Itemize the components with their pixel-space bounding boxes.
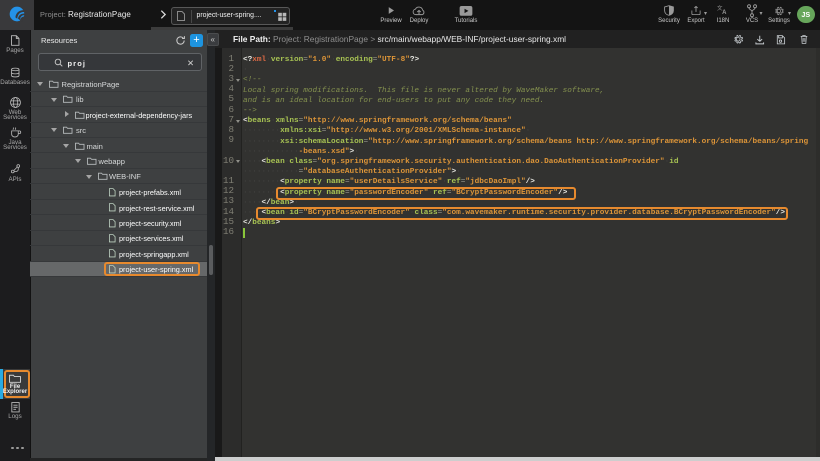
svg-text:A: A [722, 10, 727, 16]
